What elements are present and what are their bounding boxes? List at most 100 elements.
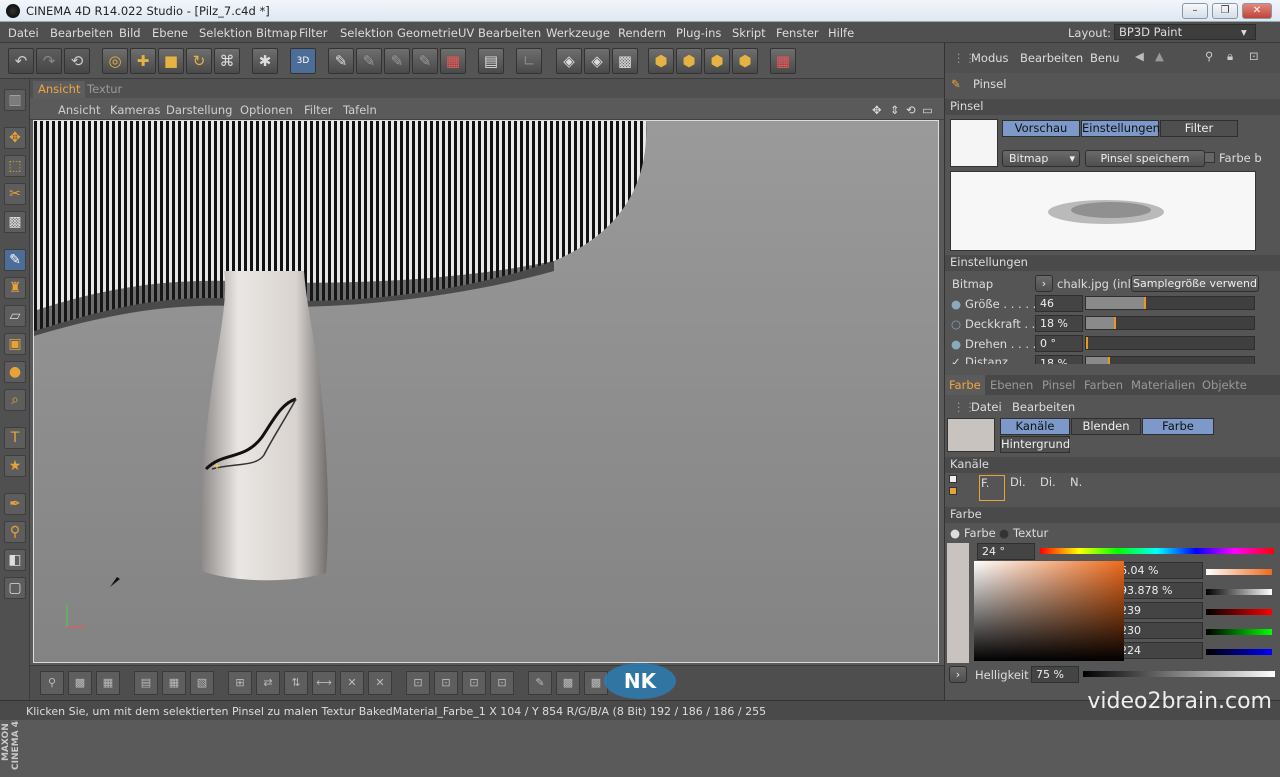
move-tool-icon[interactable]: ✥: [4, 127, 26, 149]
play-icon[interactable]: ›: [949, 666, 967, 683]
tab-einstellungen[interactable]: Einstellungen: [1081, 120, 1160, 137]
opacity-field[interactable]: 18 %: [1035, 315, 1083, 332]
viewmenu-tafeln[interactable]: Tafeln: [343, 103, 377, 117]
uv-polygons-icon[interactable]: ⬢: [732, 48, 758, 74]
render-region-icon[interactable]: ▦: [440, 48, 466, 74]
cube-mode-icon[interactable]: ⬢: [648, 48, 674, 74]
menu-skript[interactable]: Skript: [732, 26, 766, 40]
hue-slider[interactable]: [1040, 548, 1274, 554]
object-mode-icon[interactable]: ⬢: [676, 48, 702, 74]
cm-menu-bearbeiten[interactable]: Bearbeiten: [1012, 400, 1075, 414]
menu-ebene[interactable]: Ebene: [152, 26, 188, 40]
am-menu-benutzer[interactable]: Benu: [1090, 51, 1120, 65]
brush-preset-2-icon[interactable]: ▩: [556, 671, 580, 695]
menu-fenster[interactable]: Fenster: [776, 26, 819, 40]
s-slider[interactable]: [1206, 569, 1272, 575]
color-checkbox[interactable]: [1204, 152, 1215, 163]
dolly-icon[interactable]: ⇕: [890, 103, 900, 117]
menu-werkzeuge[interactable]: Werkzeuge: [546, 26, 610, 40]
polygon-select-icon[interactable]: ▩: [4, 211, 26, 233]
checker-icon[interactable]: ▩: [612, 48, 638, 74]
tab-blenden[interactable]: Blenden: [1071, 418, 1141, 435]
close-button[interactable]: ✕: [1242, 3, 1272, 19]
menu-filter[interactable]: Filter: [299, 26, 327, 40]
uv-grid-icon[interactable]: ▦: [96, 671, 120, 695]
lock-icon[interactable]: 🔒︎: [1227, 49, 1233, 64]
uv-relax-icon[interactable]: ▤: [134, 671, 158, 695]
back-arrow-icon[interactable]: ◀: [1135, 49, 1144, 63]
texture-view-icon[interactable]: ▤: [478, 48, 504, 74]
frame-icon[interactable]: ▢: [4, 577, 26, 599]
cm-menu-datei[interactable]: Datei: [971, 400, 1002, 414]
channel-toggle-icon[interactable]: [949, 475, 963, 499]
viewmenu-kameras[interactable]: Kameras: [110, 103, 160, 117]
render-settings-icon[interactable]: ▦: [770, 48, 796, 74]
menu-selektion-bitmap[interactable]: Selektion Bitmap: [199, 26, 297, 40]
scale-icon[interactable]: ■: [158, 48, 184, 74]
radio-icon[interactable]: ●: [999, 526, 1009, 540]
minimize-button[interactable]: –: [1182, 3, 1208, 19]
rotate-icon[interactable]: ↻: [186, 48, 212, 74]
channel-color[interactable]: F.: [979, 475, 1005, 501]
s-field[interactable]: 6.04 %: [1115, 562, 1203, 579]
brush-tool-icon[interactable]: ✎: [4, 249, 26, 271]
rotation-slider[interactable]: [1085, 336, 1255, 350]
zoom-icon[interactable]: ⌕: [4, 389, 26, 411]
fill-icon[interactable]: ▣: [4, 333, 26, 355]
v-slider[interactable]: [1206, 589, 1272, 595]
layer-icon[interactable]: ⊡: [406, 671, 430, 695]
play-icon[interactable]: ›: [1035, 275, 1053, 292]
edges-mode-icon[interactable]: ◈: [584, 48, 610, 74]
eyedropper-icon[interactable]: ✒: [4, 493, 26, 515]
tab-textur[interactable]: Textur: [82, 81, 127, 98]
uv-projection-icon[interactable]: ▧: [190, 671, 214, 695]
maximize-view-icon[interactable]: ▭: [922, 103, 933, 117]
rotation-field[interactable]: 0 °: [1035, 335, 1083, 352]
distance-slider[interactable]: [1085, 356, 1255, 364]
text-tool-icon[interactable]: T: [4, 427, 26, 449]
v-field[interactable]: 93.878 %: [1115, 582, 1203, 599]
menu-uv-bearbeiten[interactable]: UV Bearbeiten: [458, 26, 541, 40]
sample-size-button[interactable]: Samplegröße verwend: [1131, 275, 1259, 292]
color-swatch-icon[interactable]: ◧: [4, 549, 26, 571]
uv-flip-h-icon[interactable]: ⇄: [256, 671, 280, 695]
tab-kanaele[interactable]: Kanäle: [1000, 418, 1070, 435]
lasso-select-icon[interactable]: ✂: [4, 183, 26, 205]
layout-select[interactable]: BP3D Paint ▾: [1114, 24, 1256, 40]
viewmenu-ansicht[interactable]: Ansicht: [58, 103, 100, 117]
uv-mirror-icon[interactable]: ⟷: [312, 671, 336, 695]
select-icon[interactable]: ◎: [102, 48, 128, 74]
hue-field[interactable]: 24 °: [977, 543, 1035, 560]
am-menu-modus[interactable]: Modus: [971, 51, 1009, 65]
smudge-icon[interactable]: ●: [4, 361, 26, 383]
search-icon[interactable]: ⚲: [1205, 49, 1213, 63]
save-brush-button[interactable]: Pinsel speichern: [1085, 150, 1205, 167]
shape-star-icon[interactable]: ★: [4, 455, 26, 477]
paint-mode-icon[interactable]: ✎: [384, 48, 410, 74]
b-slider[interactable]: [1206, 649, 1272, 655]
viewmenu-optionen[interactable]: Optionen: [240, 103, 293, 117]
size-field[interactable]: 46: [1035, 295, 1083, 312]
distance-field[interactable]: 18 %: [1035, 355, 1083, 364]
tab-farben[interactable]: Farben: [1084, 378, 1123, 392]
tab-ansicht[interactable]: Ansicht: [33, 81, 86, 98]
b-field[interactable]: 224: [1115, 642, 1203, 659]
bitmap-dropdown[interactable]: Bitmap ▾: [1002, 150, 1080, 167]
paint-mode-2-icon[interactable]: ✎: [412, 48, 438, 74]
layer-3-icon[interactable]: ⊡: [462, 671, 486, 695]
color-swatch[interactable]: [947, 418, 995, 452]
forward-arrow-icon[interactable]: ▲: [1155, 49, 1164, 63]
brush-preset-icon[interactable]: ✎: [528, 671, 552, 695]
uv-rotate-icon[interactable]: ✕: [340, 671, 364, 695]
tab-farbe-mode[interactable]: Farbe: [1142, 418, 1214, 435]
snap-icon[interactable]: ⚲: [40, 671, 64, 695]
paint-3d-icon[interactable]: 3D: [290, 48, 316, 74]
paint-setup-icon[interactable]: ✎: [328, 48, 354, 74]
tab-vorschau[interactable]: Vorschau: [1002, 120, 1080, 137]
menu-bearbeiten[interactable]: Bearbeiten: [50, 26, 113, 40]
viewmenu-darstellung[interactable]: Darstellung: [166, 103, 232, 117]
move-icon[interactable]: ✚: [130, 48, 156, 74]
layer-4-icon[interactable]: ⊡: [490, 671, 514, 695]
texture-ruler-icon[interactable]: ∟: [516, 48, 542, 74]
brightness-slider[interactable]: [1083, 671, 1275, 677]
